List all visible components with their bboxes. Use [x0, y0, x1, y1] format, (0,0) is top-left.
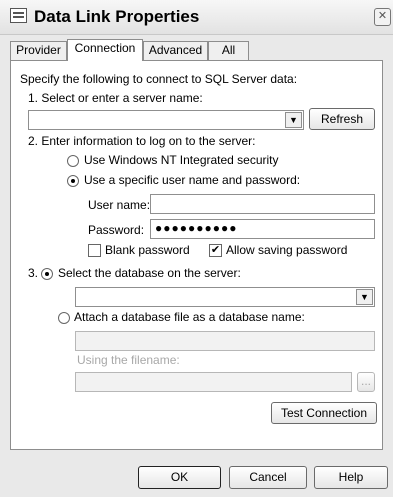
step2-label: 2. Enter information to log on to the se…	[28, 134, 256, 148]
radio-select-database[interactable]	[41, 268, 53, 280]
filename-input[interactable]	[75, 372, 352, 392]
allow-saving-checkbox[interactable]: ✔	[209, 244, 222, 257]
radio-specific-user-label: Use a specific user name and password:	[84, 173, 301, 187]
help-button[interactable]: Help	[314, 466, 388, 489]
window-title: Data Link Properties	[34, 7, 200, 26]
close-icon[interactable]: ✕	[374, 8, 391, 26]
tab-provider[interactable]: Provider	[10, 41, 67, 60]
connection-panel: Specify the following to connect to SQL …	[10, 60, 383, 450]
blank-password-label: Blank password	[105, 243, 190, 257]
database-dropdown-chevron-icon[interactable]: ▼	[356, 289, 373, 305]
app-icon	[10, 8, 27, 23]
ok-button[interactable]: OK	[138, 466, 221, 489]
using-filename-label: Using the filename:	[77, 353, 180, 367]
password-value: ●●●●●●●●●●	[155, 221, 238, 235]
tab-connection[interactable]: Connection	[67, 39, 143, 61]
attach-database-name-input[interactable]	[75, 331, 375, 351]
database-combobox[interactable]: ▼	[75, 287, 375, 307]
allow-saving-label: Allow saving password	[226, 243, 348, 257]
radio-specific-user[interactable]	[67, 175, 79, 187]
username-input[interactable]	[150, 194, 375, 214]
radio-nt-security[interactable]	[67, 155, 79, 167]
test-connection-button[interactable]: Test Connection	[271, 402, 377, 424]
cancel-button[interactable]: Cancel	[229, 466, 307, 489]
radio-attach-database[interactable]	[58, 312, 70, 324]
radio-attach-database-label: Attach a database file as a database nam…	[74, 310, 305, 324]
step3-number: 3.	[28, 266, 39, 280]
password-input[interactable]: ●●●●●●●●●●	[150, 219, 375, 239]
tab-all[interactable]: All	[208, 41, 249, 60]
radio-select-database-label: Select the database on the server:	[58, 266, 241, 280]
password-label: Password:	[88, 223, 145, 237]
data-link-properties-window: Data Link Properties ✕ Provider Connecti…	[0, 0, 393, 497]
server-dropdown-chevron-icon[interactable]: ▼	[285, 112, 302, 128]
step1-label: 1. Select or enter a server name:	[28, 91, 203, 105]
server-name-combobox[interactable]: ▼	[28, 110, 304, 130]
browse-button[interactable]: ...	[357, 372, 375, 392]
username-label: User name:	[88, 198, 151, 212]
title-bar: Data Link Properties ✕	[0, 0, 393, 35]
radio-nt-security-label: Use Windows NT Integrated security	[84, 153, 279, 167]
tab-advanced[interactable]: Advanced	[143, 41, 208, 60]
blank-password-checkbox[interactable]	[88, 244, 101, 257]
refresh-button[interactable]: Refresh	[309, 108, 375, 130]
intro-text: Specify the following to connect to SQL …	[20, 72, 298, 86]
